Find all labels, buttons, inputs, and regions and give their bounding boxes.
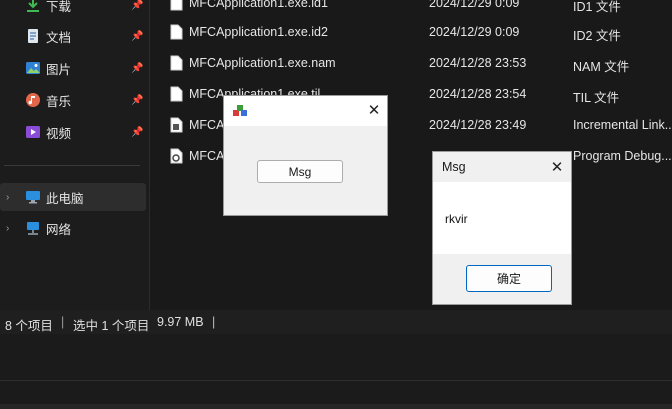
pdb-file-icon (170, 148, 183, 164)
selected-count: 选中 1 个项目 (73, 319, 150, 333)
file-date: 2024/12/29 0:09 (429, 25, 520, 39)
status-bar: 8 个项目 | 选中 1 个项目 9.97 MB | (0, 310, 672, 334)
file-name: MFCApplication1.exe.id2 (189, 25, 328, 39)
file-icon (170, 24, 183, 40)
selected-size: 9.97 MB (157, 315, 204, 329)
nav-item-documents[interactable]: 文档 📌 (0, 22, 146, 50)
chevron-right-icon[interactable]: › (6, 223, 9, 234)
nav-label: 网络 (46, 222, 72, 237)
nav-item-music[interactable]: 音乐 📌 (0, 86, 146, 114)
nav-item-this-pc[interactable]: › 此电脑 (0, 183, 146, 211)
nav-label: 文档 (46, 30, 72, 45)
nav-item-videos[interactable]: 视频 📌 (0, 118, 146, 146)
file-name: MFCApplication1.exe.id1 (189, 0, 328, 10)
nav-label: 视频 (46, 126, 72, 141)
nav-item-downloads[interactable]: 下载 📌 (0, 0, 146, 19)
file-row[interactable]: MFCApplication1.exe.id2 2024/12/29 0:09 … (150, 17, 672, 48)
dialog-title: Msg (442, 160, 466, 174)
file-name: MFCA (189, 149, 225, 163)
mfc-app-icon (233, 105, 247, 116)
file-name: MFCApplication1.exe.nam (189, 56, 336, 70)
file-icon (170, 55, 183, 71)
nav-item-network[interactable]: › 网络 (0, 214, 146, 242)
nav-label: 此电脑 (46, 191, 84, 206)
video-icon (26, 126, 40, 138)
divider (0, 380, 672, 381)
document-icon (28, 29, 38, 43)
file-icon (170, 0, 183, 11)
dialog-titlebar[interactable]: ✕ (224, 96, 387, 126)
file-type: Program Debug... (573, 149, 672, 163)
pin-icon: 📌 (131, 126, 144, 138)
close-icon[interactable]: ✕ (542, 153, 572, 181)
music-icon (26, 93, 40, 107)
pin-icon: 📌 (131, 0, 144, 11)
file-row[interactable]: MFCApplication1.exe.nam 2024/12/28 23:53… (150, 48, 672, 79)
file-type: Incremental Link... (573, 118, 672, 132)
msg-button[interactable]: Msg (257, 160, 343, 183)
nav-label: 图片 (46, 62, 72, 77)
item-count: 8 个项目 (5, 319, 53, 333)
nav-label: 音乐 (46, 94, 72, 109)
close-icon[interactable]: ✕ (359, 96, 389, 124)
message-text: rkvir (445, 212, 468, 226)
nav-item-pictures[interactable]: 图片 📌 (0, 54, 146, 82)
nav-divider (4, 165, 140, 166)
file-date: 2024/12/29 0:09 (429, 0, 520, 10)
taskbar-strip (0, 404, 672, 409)
file-name: MFCA (189, 118, 225, 132)
status-separator: | (212, 315, 216, 329)
pin-icon: 📌 (131, 30, 144, 42)
ilk-file-icon (170, 117, 183, 133)
file-date: 2024/12/28 23:54 (429, 87, 527, 101)
file-date: 2024/12/28 23:53 (429, 56, 527, 70)
message-area: rkvir (433, 182, 571, 254)
status-separator: | (61, 315, 65, 329)
pin-icon: 📌 (131, 94, 144, 106)
file-type: ID1 文件 (573, 0, 621, 14)
file-icon (170, 86, 183, 102)
navigation-pane: 下载 📌 文档 📌 图片 📌 音乐 📌 视频 📌 › 此电脑 › 网络 (0, 0, 149, 310)
this-pc-icon (26, 191, 40, 204)
file-type: ID2 文件 (573, 29, 621, 43)
nav-label: 下载 (46, 0, 72, 14)
chevron-right-icon[interactable]: › (6, 192, 9, 203)
file-date: 2024/12/28 23:49 (429, 118, 527, 132)
download-icon (27, 0, 39, 12)
file-type: TIL 文件 (573, 91, 620, 105)
pictures-icon (26, 62, 40, 74)
network-icon (27, 222, 39, 235)
mfc-main-dialog: ✕ Msg (223, 95, 388, 216)
message-box: Msg ✕ rkvir 确定 (432, 151, 572, 305)
ok-button[interactable]: 确定 (466, 265, 552, 292)
pin-icon: 📌 (131, 62, 144, 74)
lower-panel (0, 334, 672, 409)
file-type: NAM 文件 (573, 60, 630, 74)
